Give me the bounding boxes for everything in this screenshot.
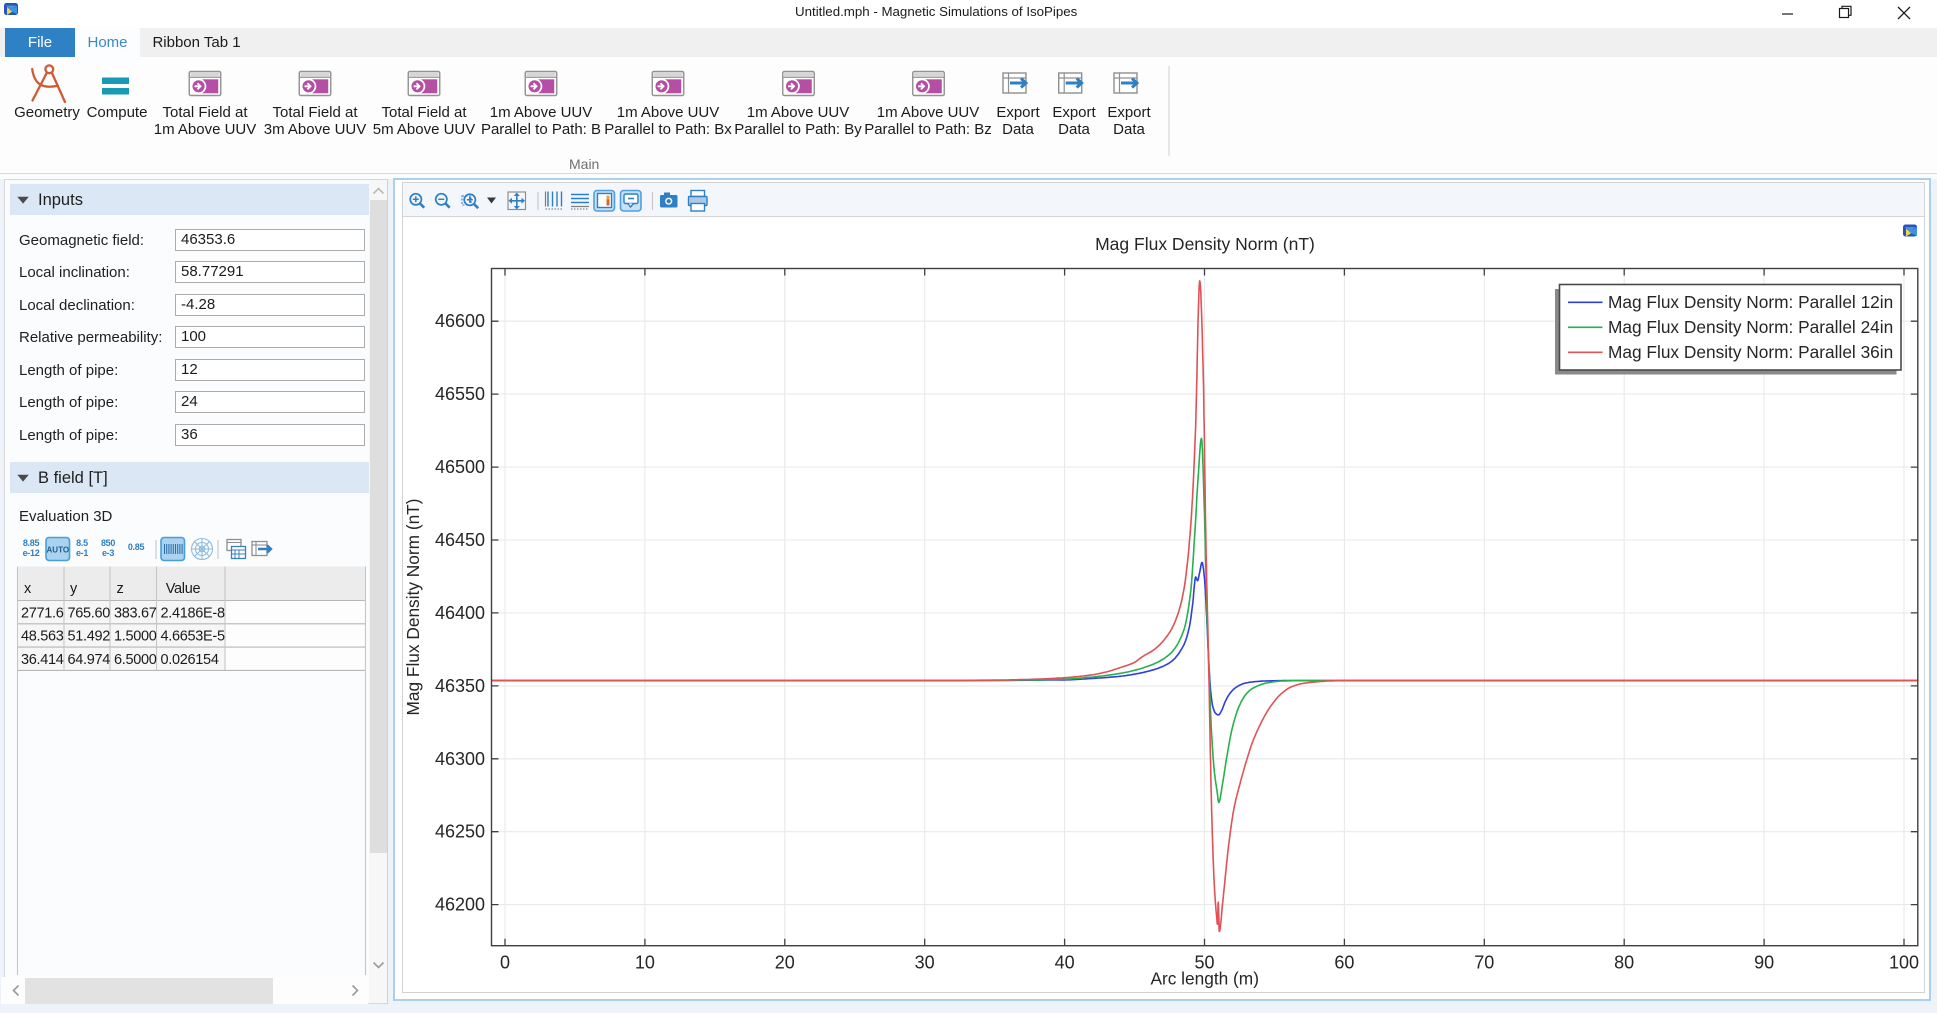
svg-text:10: 10 bbox=[635, 953, 655, 973]
svg-text:0.026154: 0.026154 bbox=[161, 652, 219, 668]
svg-text:0: 0 bbox=[500, 953, 510, 973]
svg-text:70: 70 bbox=[1474, 953, 1494, 973]
svg-text:46200: 46200 bbox=[435, 895, 485, 915]
svg-text:60: 60 bbox=[1334, 953, 1354, 973]
svg-text:46350: 46350 bbox=[435, 676, 485, 696]
svg-text:x: x bbox=[24, 581, 32, 597]
svg-text:765.60: 765.60 bbox=[68, 605, 111, 621]
svg-text:z: z bbox=[117, 581, 124, 597]
svg-text:Mag Flux Density Norm: Paralle: Mag Flux Density Norm: Parallel 12in bbox=[1608, 292, 1893, 312]
svg-text:36.414: 36.414 bbox=[21, 652, 64, 668]
svg-text:2.4186E-8: 2.4186E-8 bbox=[161, 605, 225, 621]
svg-text:48.563: 48.563 bbox=[21, 629, 64, 645]
svg-text:80: 80 bbox=[1614, 953, 1634, 973]
svg-text:46550: 46550 bbox=[435, 384, 485, 404]
svg-text:20: 20 bbox=[775, 953, 795, 973]
svg-text:100: 100 bbox=[1889, 953, 1919, 973]
svg-text:46600: 46600 bbox=[435, 311, 485, 331]
svg-text:90: 90 bbox=[1754, 953, 1774, 973]
svg-text:51.492: 51.492 bbox=[68, 629, 111, 645]
svg-text:Mag Flux Density Norm (nT): Mag Flux Density Norm (nT) bbox=[403, 498, 423, 715]
svg-text:2771.6: 2771.6 bbox=[21, 605, 64, 621]
svg-text:46300: 46300 bbox=[435, 749, 485, 769]
svg-text:46250: 46250 bbox=[435, 822, 485, 842]
svg-text:64.974: 64.974 bbox=[68, 652, 111, 668]
svg-text:4.6653E-5: 4.6653E-5 bbox=[161, 629, 225, 645]
svg-text:46400: 46400 bbox=[435, 603, 485, 623]
svg-text:Mag Flux Density Norm: Paralle: Mag Flux Density Norm: Parallel 36in bbox=[1608, 342, 1893, 362]
svg-text:Mag Flux Density Norm (nT): Mag Flux Density Norm (nT) bbox=[1095, 234, 1315, 254]
svg-text:AUTO: AUTO bbox=[47, 546, 70, 555]
svg-text:46450: 46450 bbox=[435, 530, 485, 550]
svg-text:Arc length (m): Arc length (m) bbox=[1150, 969, 1259, 989]
svg-text:Value: Value bbox=[166, 581, 201, 597]
svg-text:y: y bbox=[70, 581, 78, 597]
svg-text:1.5000: 1.5000 bbox=[114, 629, 157, 645]
svg-text:40: 40 bbox=[1055, 953, 1075, 973]
svg-text:383.67: 383.67 bbox=[114, 605, 157, 621]
svg-text:Mag Flux Density Norm: Paralle: Mag Flux Density Norm: Parallel 24in bbox=[1608, 317, 1893, 337]
svg-text:46500: 46500 bbox=[435, 457, 485, 477]
svg-text:6.5000: 6.5000 bbox=[114, 652, 157, 668]
svg-text:30: 30 bbox=[915, 953, 935, 973]
